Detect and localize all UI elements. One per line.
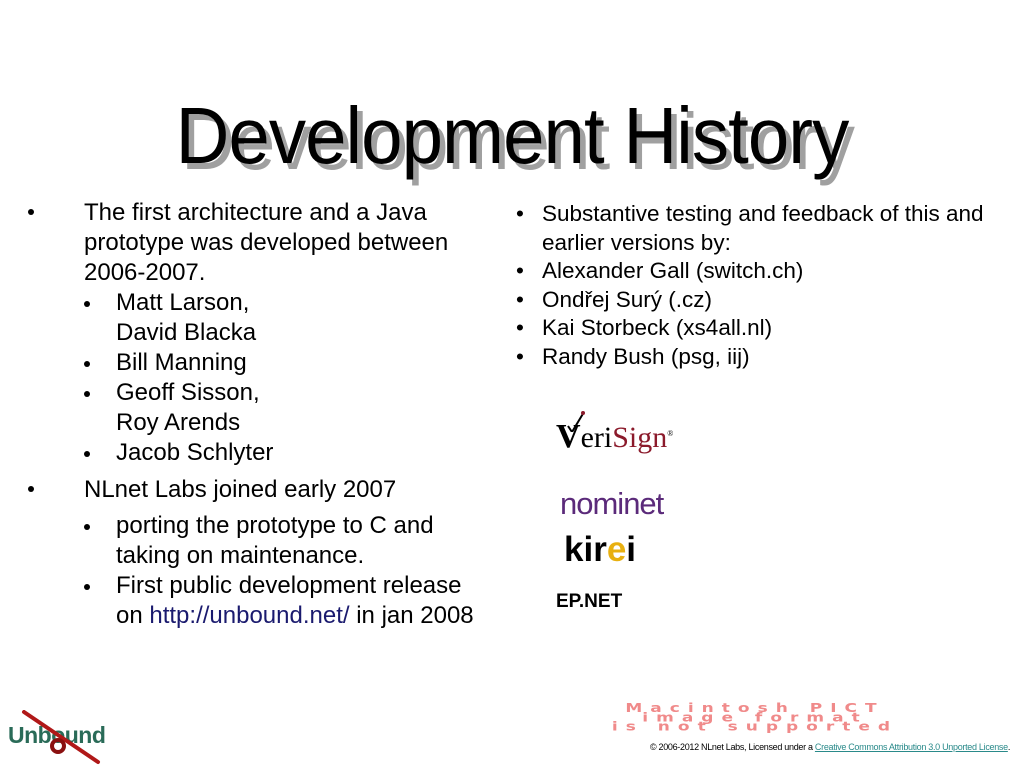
list-item: The first architecture and a Java protot…	[28, 198, 488, 468]
pict-placeholder: Macintosh PICT image format is not suppo…	[611, 701, 899, 735]
bullet-icon	[28, 475, 34, 505]
kirei-logo: kirei	[564, 530, 637, 569]
list-item: Jacob Schlyter	[84, 438, 488, 468]
verisign-check-icon	[567, 411, 585, 432]
list-item: Geoff Sisson, Roy Arends	[84, 378, 488, 438]
list-item: • Kai Storbeck (xs4all.nl)	[516, 314, 996, 343]
license-footer: © 2006-2012 NLnet Labs, Licensed under a…	[649, 742, 1011, 752]
list-item: • Alexander Gall (switch.ch)	[516, 257, 996, 286]
bullet-icon	[84, 511, 90, 541]
bullet-icon: •	[516, 201, 524, 226]
left-column: The first architecture and a Java protot…	[28, 198, 488, 631]
list-item: NLnet Labs joined early 2007 porting the…	[28, 475, 488, 631]
license-link[interactable]: Creative Commons Attribution 3.0 Unporte…	[815, 742, 1008, 752]
list-item: porting the prototype to C and taking on…	[84, 511, 488, 571]
bullet-icon: •	[516, 258, 524, 284]
bullet-icon: •	[516, 315, 524, 341]
bullet-icon	[84, 378, 90, 408]
list-item: • Randy Bush (psg, iij)	[516, 343, 996, 372]
bullet-icon: •	[516, 343, 524, 369]
list-item: Matt Larson, David Blacka	[84, 288, 488, 348]
unbound-link[interactable]: http://unbound.net/	[149, 602, 349, 629]
bullet-icon	[84, 288, 90, 318]
epnet-logo: EP.NET	[556, 591, 623, 612]
knot-rope-icon	[22, 710, 100, 764]
bullet-icon	[84, 571, 90, 601]
verisign-logo: VeriSign®	[556, 411, 673, 456]
list-item: • Substantive testing and feedback of thi…	[516, 201, 984, 255]
slide-title: Development History	[175, 91, 850, 180]
unbound-logo: Unbound	[8, 710, 118, 764]
list-item: First public development release on http…	[84, 571, 488, 631]
bullet-icon	[84, 348, 90, 378]
nominet-logo: nominet	[560, 486, 664, 521]
bullet-icon	[28, 198, 34, 228]
bullet-icon: •	[516, 286, 524, 312]
bullet-icon	[84, 438, 90, 468]
right-column: • Substantive testing and feedback of thi…	[516, 200, 996, 372]
list-item: • Ondřej Surý (.cz)	[516, 286, 996, 315]
list-item: Bill Manning	[84, 348, 488, 378]
